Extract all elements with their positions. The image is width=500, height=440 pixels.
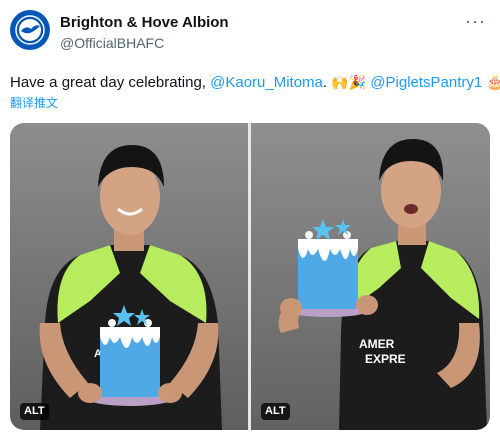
mention-kaoru-mitoma[interactable]: @Kaoru_Mitoma	[210, 74, 323, 91]
translate-link[interactable]: 翻译推文	[10, 96, 58, 110]
svg-text:AMER: AMER	[359, 337, 395, 351]
photo-left[interactable]: AM N ALT	[10, 123, 248, 430]
tweet: Brighton & Hove Albion @OfficialBHAFC ··…	[0, 0, 500, 440]
celebration-emoji: 🙌🎉	[331, 74, 367, 90]
tweet-text: Have a great day celebrating, @Kaoru_Mit…	[10, 72, 500, 93]
avatar[interactable]	[10, 10, 50, 50]
account-handle[interactable]: @OfficialBHAFC	[60, 35, 164, 51]
club-crest-icon	[11, 11, 49, 49]
more-options-icon[interactable]: ···	[465, 12, 486, 30]
svg-text:EXPRE: EXPRE	[365, 352, 406, 366]
cake-emoji: 🎂	[486, 74, 500, 90]
tweet-text-prefix: Have a great day celebrating,	[10, 74, 211, 91]
mention-piglets-pantry[interactable]: @PigletsPantry1	[370, 74, 482, 91]
account-name[interactable]: Brighton & Hove Albion	[60, 14, 229, 32]
alt-badge[interactable]: ALT	[20, 403, 49, 420]
alt-badge[interactable]: ALT	[261, 403, 290, 420]
photo-right[interactable]: AMER EXPRE ALT	[251, 123, 490, 430]
media-grid: AM N ALT	[10, 123, 490, 430]
tweet-separator: .	[322, 74, 328, 91]
